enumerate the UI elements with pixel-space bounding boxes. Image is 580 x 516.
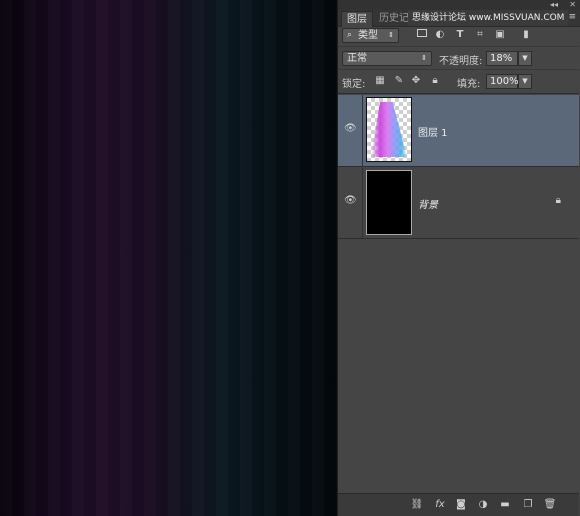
new-group-icon[interactable]: ▬ [498, 498, 512, 512]
pixel-layer-filter-icon[interactable] [416, 29, 428, 41]
add-mask-icon[interactable]: ◙ [454, 498, 468, 512]
fill-input[interactable]: 100% [486, 74, 519, 89]
blend-row: 正常 ⇕ 不透明度: 18% ▼ [338, 48, 579, 70]
blend-mode-value: 正常 [347, 53, 367, 64]
opacity-dropdown-button[interactable]: ▼ [518, 51, 532, 66]
panel-menu-icon[interactable]: ≡ [568, 12, 576, 22]
fx-icon[interactable]: fx [433, 498, 447, 512]
visibility-cell[interactable]: 👁︎ [338, 168, 363, 238]
visibility-cell[interactable]: 👁︎ [338, 95, 363, 166]
search-icon: ⌕ [347, 30, 353, 40]
lock-all-icon[interactable]: 🔒︎ [429, 75, 441, 87]
document-canvas[interactable] [0, 0, 337, 516]
eye-icon[interactable]: 👁︎ [344, 123, 357, 134]
filter-label: 类型 [358, 30, 378, 41]
layer-filter-select[interactable]: ⌕ 类型 ⇕ [342, 28, 399, 43]
adjustment-layer-filter-icon[interactable]: ◐ [434, 29, 446, 41]
opacity-input[interactable]: 18% [486, 51, 518, 66]
shape-layer-filter-icon[interactable]: ⌗ [474, 29, 486, 41]
lock-transparent-pixels-icon[interactable]: ▦ [374, 75, 386, 87]
lock-position-icon[interactable]: ✥ [410, 75, 422, 87]
blend-mode-select[interactable]: 正常 ⇕ [342, 51, 432, 66]
updown-arrow-icon: ⇕ [388, 31, 394, 39]
layer-name[interactable]: 背景 [418, 196, 438, 211]
close-panel-icon[interactable]: ✕ [569, 0, 576, 10]
trash-icon[interactable]: 🗑︎ [543, 498, 557, 512]
canvas-gradient-stripes [0, 0, 337, 516]
type-layer-filter-icon[interactable]: T [454, 29, 466, 41]
smart-object-filter-icon[interactable]: ▣ [494, 29, 506, 41]
layer-name[interactable]: 图层 1 [418, 124, 448, 139]
new-adjustment-layer-icon[interactable]: ◑ [476, 498, 490, 512]
layer-row-layer1[interactable]: 👁︎ 图层 1 [338, 95, 579, 167]
new-layer-icon[interactable]: ❐ [521, 498, 535, 512]
filter-toggle-icon[interactable]: ▮ [520, 29, 532, 41]
fill-label: 填充: [457, 79, 481, 90]
gradient-preview [371, 102, 407, 157]
lock-label: 锁定: [342, 79, 366, 90]
filter-row: ⌕ 类型 ⇕ ◐ T ⌗ ▣ ▮ [338, 25, 579, 47]
panel-title-bar: ◂◂ ✕ [338, 0, 580, 10]
lock-row: 锁定: ▦ ✎ ✥ 🔒︎ 填充: 100% ▼ [338, 70, 579, 94]
fill-dropdown-button[interactable]: ▼ [518, 74, 532, 89]
link-layers-icon[interactable]: ⛓ [410, 498, 424, 512]
watermark-text: 思缘设计论坛 www.MISSVUAN.COM [408, 10, 569, 26]
updown-arrow-icon: ⇕ [421, 54, 427, 62]
layer-thumbnail [366, 97, 412, 162]
layers-panel: ◂◂ ✕ 图层 历史记 思缘设计论坛 www.MISSVUAN.COM ≡ ⌕ … [337, 0, 580, 516]
lock-icon: 🔒︎ [555, 195, 561, 206]
eye-icon[interactable]: 👁︎ [344, 195, 357, 206]
lock-image-pixels-icon[interactable]: ✎ [393, 75, 405, 87]
layers-toolbar: ⛓ fx ◙ ◑ ▬ ❐ 🗑︎ [338, 493, 579, 516]
layer-row-background[interactable]: 👁︎ 背景 🔒︎ [338, 168, 579, 239]
opacity-label: 不透明度: [439, 56, 483, 67]
collapse-panel-icon[interactable]: ◂◂ [550, 0, 558, 10]
layer-thumbnail [366, 170, 412, 235]
